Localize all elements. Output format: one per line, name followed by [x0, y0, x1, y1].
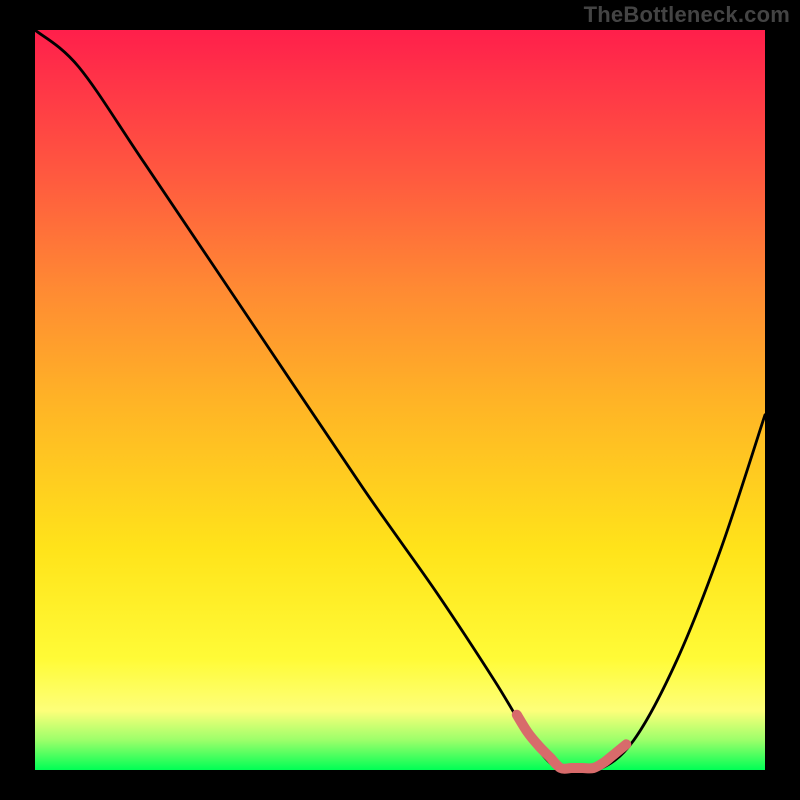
curve-layer: [35, 30, 765, 770]
chart-frame: TheBottleneck.com: [0, 0, 800, 800]
bottleneck-curve: [35, 30, 765, 774]
watermark-text: TheBottleneck.com: [584, 2, 790, 28]
optimal-band-marker: [517, 715, 627, 769]
plot-area: [35, 30, 765, 770]
